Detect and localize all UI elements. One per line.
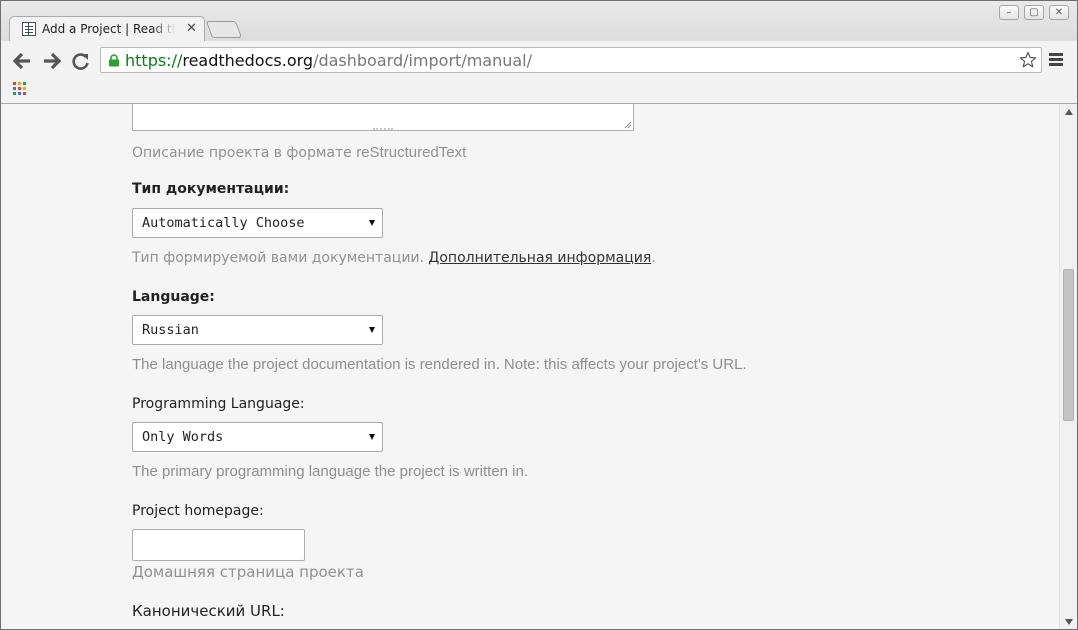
homepage-help-text: Домашняя страница проекта — [132, 563, 364, 581]
close-icon: ✕ — [1054, 7, 1064, 18]
homepage-label: Project homepage: — [132, 503, 264, 519]
minimize-icon: – — [1006, 7, 1012, 18]
address-bar[interactable]: https://readthedocs.org/dashboard/import… — [100, 47, 1042, 73]
doc-type-select[interactable]: Automatically Choose — [132, 208, 383, 238]
close-window-button[interactable]: ✕ — [1049, 5, 1069, 20]
language-label: Language: — [132, 289, 215, 305]
language-selected: Russian — [142, 322, 199, 338]
url-path: /dashboard/import/manual/ — [313, 51, 533, 70]
chevron-down-icon — [369, 220, 375, 226]
programming-language-label: Programming Language: — [132, 396, 305, 412]
scroll-down-icon[interactable] — [1065, 619, 1073, 625]
description-help-prefix: Описание проекта в формате — [132, 145, 357, 161]
language-select[interactable]: Russian — [132, 315, 383, 345]
url-text: https://readthedocs.org/dashboard/import… — [125, 52, 532, 70]
restore-icon: ▢ — [1029, 7, 1039, 18]
programming-language-selected: Only Words — [142, 429, 224, 445]
browser-window: Add a Project | Read the Docs ✕ – ▢ ✕ ht… — [0, 0, 1078, 630]
scrollbar-thumb[interactable] — [1063, 269, 1074, 421]
reload-icon[interactable] — [70, 51, 92, 71]
language-help-text: The language the project documentation i… — [132, 356, 747, 373]
chevron-down-icon — [369, 327, 375, 333]
url-host: readthedocs.org — [182, 51, 314, 70]
title-bar: Add a Project | Read the Docs ✕ – ▢ ✕ — [1, 1, 1077, 42]
canonical-url-label: Канонический URL: — [132, 602, 285, 620]
programming-language-help-text: The primary programming language the pro… — [132, 463, 529, 480]
scroll-up-icon[interactable] — [1065, 109, 1073, 115]
back-arrow-icon[interactable] — [11, 51, 33, 71]
tab-title: Add a Project | Read the Docs — [42, 22, 176, 36]
doc-type-help-prefix: Тип формируемой вами документации. — [132, 250, 429, 266]
url-scheme: https:// — [125, 51, 183, 70]
doc-type-label: Тип документации: — [132, 181, 290, 197]
restore-button[interactable]: ▢ — [1024, 5, 1044, 20]
programming-language-select[interactable]: Only Words — [132, 422, 383, 452]
forward-arrow-icon[interactable] — [41, 51, 63, 71]
vertical-scrollbar[interactable] — [1059, 104, 1077, 629]
resize-grip-icon[interactable] — [624, 121, 632, 129]
apps-icon[interactable] — [13, 82, 26, 95]
book-favicon-icon — [22, 22, 36, 36]
page-viewport: Описание проекта в формате reStructuredT… — [1, 104, 1059, 629]
doc-type-selected: Automatically Choose — [142, 215, 305, 231]
doc-type-help-suffix: . — [651, 250, 656, 266]
browser-toolbar: https://readthedocs.org/dashboard/import… — [1, 41, 1077, 104]
bookmark-star-icon[interactable] — [1019, 51, 1037, 69]
lock-icon — [109, 54, 119, 67]
description-help-format: reStructuredText — [356, 144, 467, 161]
drag-handle[interactable] — [373, 128, 393, 134]
homepage-input[interactable] — [132, 529, 305, 561]
doc-type-help-text: Тип формируемой вами документации. Допол… — [132, 250, 656, 266]
tab-close-icon[interactable]: ✕ — [186, 21, 197, 36]
minimize-button[interactable]: – — [999, 5, 1019, 20]
menu-icon[interactable] — [1049, 53, 1063, 67]
chevron-down-icon — [369, 434, 375, 440]
more-info-link[interactable]: Дополнительная информация — [428, 250, 651, 266]
browser-tab[interactable]: Add a Project | Read the Docs ✕ — [9, 16, 205, 42]
description-textarea[interactable] — [132, 104, 634, 131]
description-help-text: Описание проекта в формате reStructuredT… — [132, 144, 466, 161]
new-tab-button[interactable] — [205, 21, 243, 38]
